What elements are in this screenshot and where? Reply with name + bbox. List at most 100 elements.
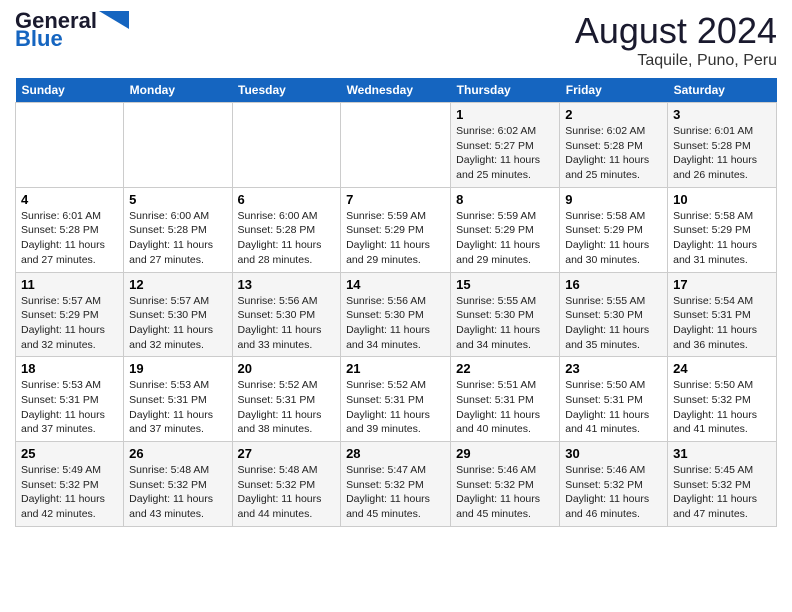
calendar-cell: 25 Sunrise: 5:49 AM Sunset: 5:32 PM Dayli… <box>16 442 124 527</box>
day-info: Sunrise: 5:53 AM Sunset: 5:31 PM Dayligh… <box>21 378 118 437</box>
calendar-cell: 5 Sunrise: 6:00 AM Sunset: 5:28 PM Daylig… <box>124 187 232 272</box>
day-info: Sunrise: 5:47 AM Sunset: 5:32 PM Dayligh… <box>346 463 445 522</box>
calendar-cell: 8 Sunrise: 5:59 AM Sunset: 5:29 PM Daylig… <box>451 187 560 272</box>
day-info: Sunrise: 5:51 AM Sunset: 5:31 PM Dayligh… <box>456 378 554 437</box>
calendar-cell: 12 Sunrise: 5:57 AM Sunset: 5:30 PM Dayli… <box>124 272 232 357</box>
day-number: 18 <box>21 361 118 376</box>
day-number: 25 <box>21 446 118 461</box>
calendar-cell <box>232 103 341 188</box>
day-number: 15 <box>456 277 554 292</box>
calendar-cell: 28 Sunrise: 5:47 AM Sunset: 5:32 PM Dayli… <box>341 442 451 527</box>
calendar-cell: 7 Sunrise: 5:59 AM Sunset: 5:29 PM Daylig… <box>341 187 451 272</box>
day-info: Sunrise: 5:50 AM Sunset: 5:31 PM Dayligh… <box>565 378 662 437</box>
day-number: 23 <box>565 361 662 376</box>
day-info: Sunrise: 5:49 AM Sunset: 5:32 PM Dayligh… <box>21 463 118 522</box>
day-info: Sunrise: 5:46 AM Sunset: 5:32 PM Dayligh… <box>565 463 662 522</box>
day-info: Sunrise: 6:01 AM Sunset: 5:28 PM Dayligh… <box>673 124 771 183</box>
day-number: 8 <box>456 192 554 207</box>
day-info: Sunrise: 5:59 AM Sunset: 5:29 PM Dayligh… <box>456 209 554 268</box>
day-info: Sunrise: 5:52 AM Sunset: 5:31 PM Dayligh… <box>346 378 445 437</box>
day-info: Sunrise: 5:54 AM Sunset: 5:31 PM Dayligh… <box>673 294 771 353</box>
logo-arrow-icon <box>99 11 129 29</box>
header-day-friday: Friday <box>560 78 668 103</box>
day-info: Sunrise: 5:56 AM Sunset: 5:30 PM Dayligh… <box>346 294 445 353</box>
day-info: Sunrise: 5:55 AM Sunset: 5:30 PM Dayligh… <box>456 294 554 353</box>
calendar-cell: 26Sunrise: 5:48 AM Sunset: 5:32 PM Dayli… <box>124 442 232 527</box>
day-info: Sunrise: 5:57 AM Sunset: 5:30 PM Dayligh… <box>129 294 226 353</box>
calendar-cell: 27 Sunrise: 5:48 AM Sunset: 5:32 PM Dayli… <box>232 442 341 527</box>
day-number: 13 <box>238 277 336 292</box>
day-info: Sunrise: 5:58 AM Sunset: 5:29 PM Dayligh… <box>673 209 771 268</box>
day-number: 20 <box>238 361 336 376</box>
header-row: SundayMondayTuesdayWednesdayThursdayFrid… <box>16 78 777 103</box>
day-number: 30 <box>565 446 662 461</box>
day-info: Sunrise: 6:00 AM Sunset: 5:28 PM Dayligh… <box>129 209 226 268</box>
calendar-cell: 22 Sunrise: 5:51 AM Sunset: 5:31 PM Dayli… <box>451 357 560 442</box>
calendar-cell: 15 Sunrise: 5:55 AM Sunset: 5:30 PM Dayli… <box>451 272 560 357</box>
day-number: 7 <box>346 192 445 207</box>
calendar-cell: 10 Sunrise: 5:58 AM Sunset: 5:29 PM Dayli… <box>668 187 777 272</box>
day-number: 11 <box>21 277 118 292</box>
calendar-cell <box>341 103 451 188</box>
calendar-cell: 23 Sunrise: 5:50 AM Sunset: 5:31 PM Dayli… <box>560 357 668 442</box>
day-number: 2 <box>565 107 662 122</box>
day-number: 17 <box>673 277 771 292</box>
page-header: General Blue August 2024 Taquile, Puno, … <box>15 10 777 70</box>
day-number: 24 <box>673 361 771 376</box>
day-number: 5 <box>129 192 226 207</box>
day-number: 27 <box>238 446 336 461</box>
day-number: 14 <box>346 277 445 292</box>
day-info: Sunrise: 5:55 AM Sunset: 5:30 PM Dayligh… <box>565 294 662 353</box>
header-day-saturday: Saturday <box>668 78 777 103</box>
calendar-cell: 4 Sunrise: 6:01 AM Sunset: 5:28 PM Daylig… <box>16 187 124 272</box>
day-info: Sunrise: 6:02 AM Sunset: 5:27 PM Dayligh… <box>456 124 554 183</box>
calendar-cell: 11 Sunrise: 5:57 AM Sunset: 5:29 PM Dayli… <box>16 272 124 357</box>
day-number: 12 <box>129 277 226 292</box>
calendar-title: August 2024 <box>575 10 777 52</box>
day-info: Sunrise: 5:53 AM Sunset: 5:31 PM Dayligh… <box>129 378 226 437</box>
header-day-thursday: Thursday <box>451 78 560 103</box>
calendar-cell: 21 Sunrise: 5:52 AM Sunset: 5:31 PM Dayli… <box>341 357 451 442</box>
calendar-cell: 29Sunrise: 5:46 AM Sunset: 5:32 PM Dayli… <box>451 442 560 527</box>
header-day-tuesday: Tuesday <box>232 78 341 103</box>
day-number: 21 <box>346 361 445 376</box>
day-info: Sunrise: 5:48 AM Sunset: 5:32 PM Dayligh… <box>238 463 336 522</box>
logo-blue-text: Blue <box>15 28 63 50</box>
calendar-cell <box>124 103 232 188</box>
calendar-cell: 18 Sunrise: 5:53 AM Sunset: 5:31 PM Dayli… <box>16 357 124 442</box>
day-number: 19 <box>129 361 226 376</box>
header-day-sunday: Sunday <box>16 78 124 103</box>
day-number: 4 <box>21 192 118 207</box>
title-block: August 2024 Taquile, Puno, Peru <box>575 10 777 70</box>
calendar-cell: 9 Sunrise: 5:58 AM Sunset: 5:29 PM Daylig… <box>560 187 668 272</box>
day-info: Sunrise: 5:57 AM Sunset: 5:29 PM Dayligh… <box>21 294 118 353</box>
week-row-2: 4 Sunrise: 6:01 AM Sunset: 5:28 PM Daylig… <box>16 187 777 272</box>
day-number: 26 <box>129 446 226 461</box>
calendar-cell: 3Sunrise: 6:01 AM Sunset: 5:28 PM Daylig… <box>668 103 777 188</box>
calendar-cell: 6 Sunrise: 6:00 AM Sunset: 5:28 PM Daylig… <box>232 187 341 272</box>
day-info: Sunrise: 6:01 AM Sunset: 5:28 PM Dayligh… <box>21 209 118 268</box>
day-number: 1 <box>456 107 554 122</box>
header-day-monday: Monday <box>124 78 232 103</box>
calendar-cell: 20Sunrise: 5:52 AM Sunset: 5:31 PM Dayli… <box>232 357 341 442</box>
calendar-subtitle: Taquile, Puno, Peru <box>575 52 777 70</box>
day-number: 6 <box>238 192 336 207</box>
calendar-cell: 24 Sunrise: 5:50 AM Sunset: 5:32 PM Dayli… <box>668 357 777 442</box>
week-row-5: 25 Sunrise: 5:49 AM Sunset: 5:32 PM Dayli… <box>16 442 777 527</box>
day-info: Sunrise: 5:56 AM Sunset: 5:30 PM Dayligh… <box>238 294 336 353</box>
day-number: 10 <box>673 192 771 207</box>
day-number: 22 <box>456 361 554 376</box>
day-info: Sunrise: 6:00 AM Sunset: 5:28 PM Dayligh… <box>238 209 336 268</box>
day-number: 9 <box>565 192 662 207</box>
calendar-cell <box>16 103 124 188</box>
day-info: Sunrise: 5:50 AM Sunset: 5:32 PM Dayligh… <box>673 378 771 437</box>
calendar-cell: 17 Sunrise: 5:54 AM Sunset: 5:31 PM Dayli… <box>668 272 777 357</box>
day-info: Sunrise: 5:59 AM Sunset: 5:29 PM Dayligh… <box>346 209 445 268</box>
week-row-4: 18 Sunrise: 5:53 AM Sunset: 5:31 PM Dayli… <box>16 357 777 442</box>
day-number: 16 <box>565 277 662 292</box>
day-info: Sunrise: 5:58 AM Sunset: 5:29 PM Dayligh… <box>565 209 662 268</box>
calendar-cell: 16 Sunrise: 5:55 AM Sunset: 5:30 PM Dayli… <box>560 272 668 357</box>
calendar-cell: 13 Sunrise: 5:56 AM Sunset: 5:30 PM Dayli… <box>232 272 341 357</box>
calendar-cell: 30 Sunrise: 5:46 AM Sunset: 5:32 PM Dayli… <box>560 442 668 527</box>
day-number: 28 <box>346 446 445 461</box>
